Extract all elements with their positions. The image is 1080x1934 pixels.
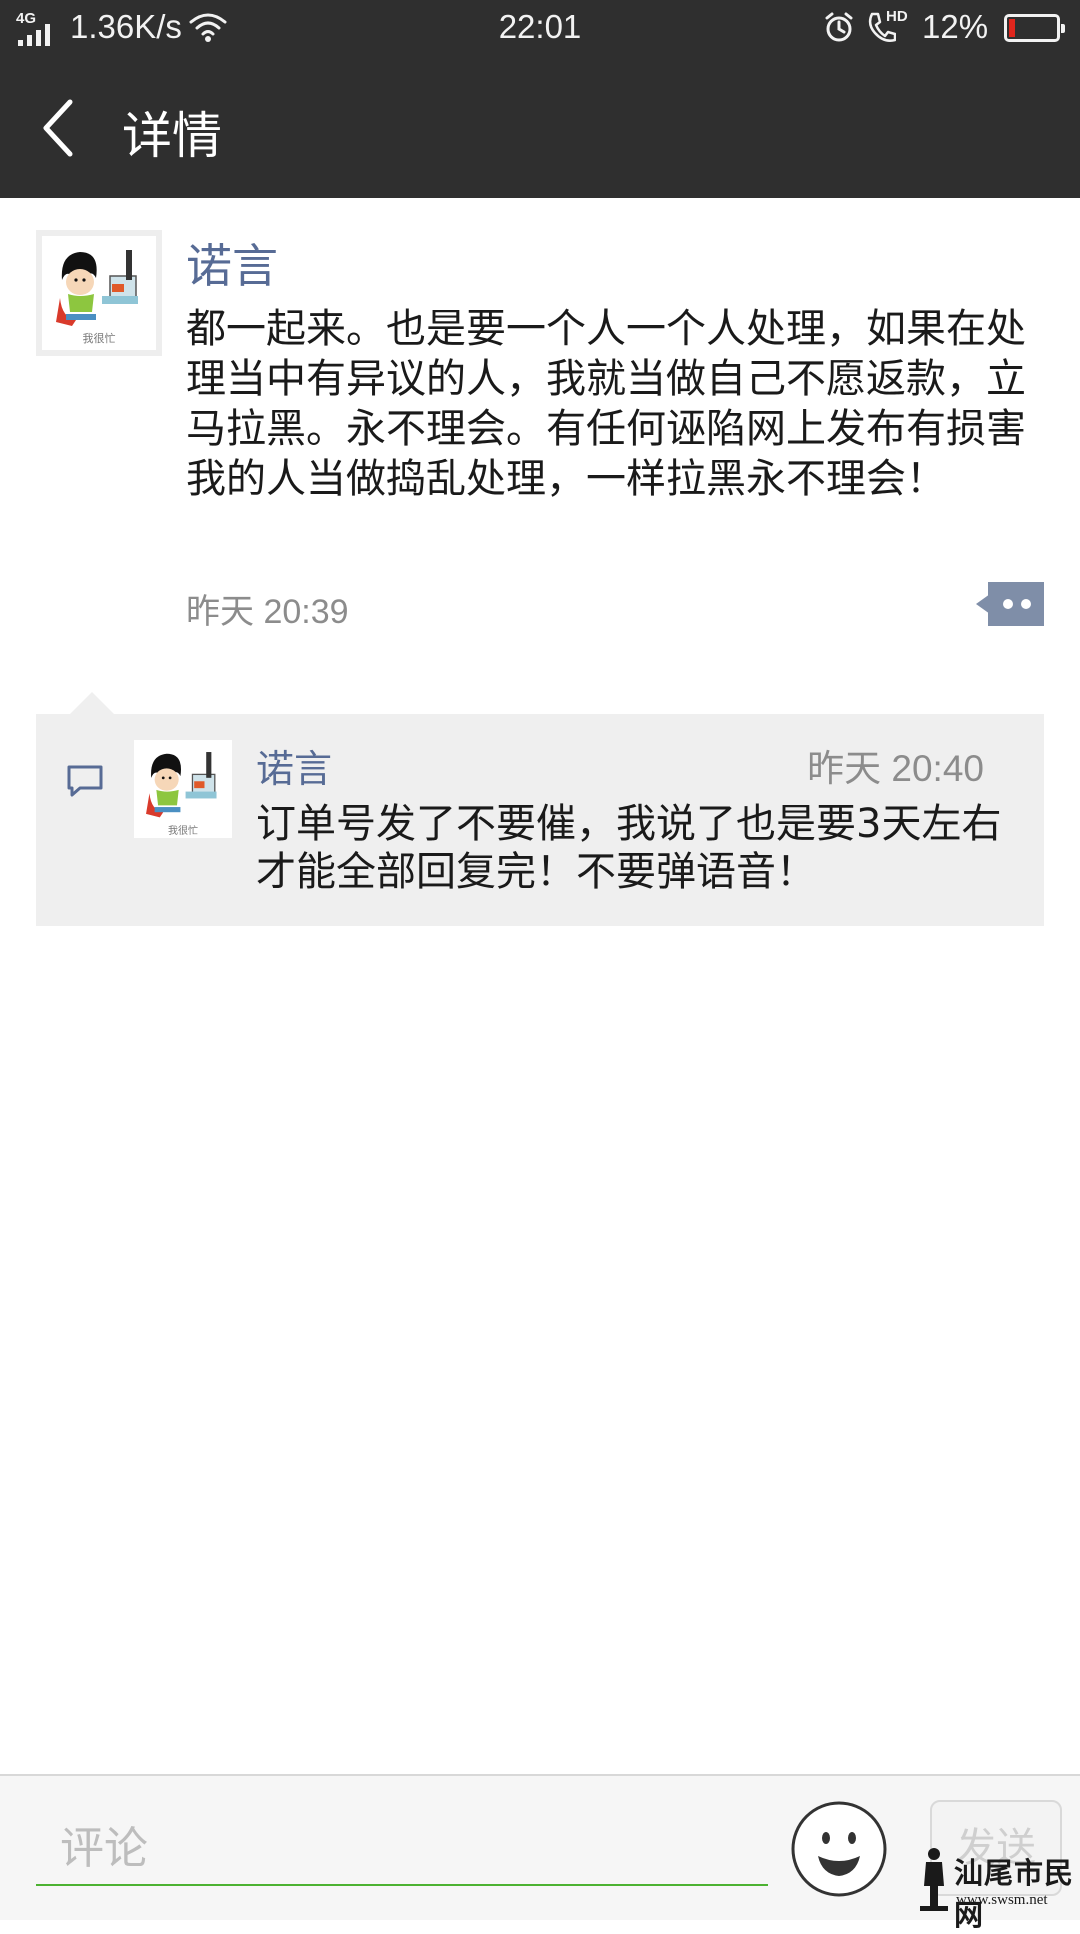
avatar-caption: 我很忙 (82, 332, 116, 345)
comment-author-name[interactable]: 诺言 (256, 738, 332, 793)
person-silhouette-icon (920, 1848, 948, 1911)
alarm-clock-icon (825, 12, 853, 42)
page-title: 详情 (122, 107, 222, 165)
watermark-url: www.swsm.net (956, 1892, 1048, 1908)
comment-input[interactable] (36, 1812, 768, 1886)
post-author-name[interactable]: 诺言 (186, 230, 278, 296)
avatar-caption: 我很忙 (168, 826, 198, 837)
site-watermark: 汕尾市民网 www.swsm.net (916, 1846, 1076, 1932)
comment-area-pointer (70, 692, 114, 714)
post-timestamp: 昨天 20:39 (186, 593, 349, 631)
more-dots-icon[interactable] (976, 582, 1044, 626)
comment-text: 订单号发了不要催，我说了也是要3天左右才能全部回复完！不要弹语音！ (256, 801, 1002, 895)
comment-avatar[interactable]: 我很忙 (134, 740, 232, 838)
smiley-icon[interactable] (790, 1800, 888, 1898)
hd-badge: HD (886, 8, 908, 25)
clock: 22:01 (498, 8, 582, 45)
back-chevron-icon[interactable] (30, 92, 90, 164)
battery-level (1009, 19, 1015, 37)
battery-icon (1004, 14, 1065, 42)
comment-bubble-icon (67, 765, 103, 797)
battery-percent: 12% (922, 8, 989, 45)
post-text: 都一起来。也是要一个人一个人处理，如果在处理当中有异议的人，我就当做自己不愿返款… (186, 306, 1026, 502)
title-bar: 详情 (0, 58, 1080, 198)
comment-timestamp: 昨天 20:40 (807, 748, 984, 789)
post-avatar[interactable]: 我很忙 (36, 230, 162, 356)
status-bar: 4G 1.36K/s 22:01 HD 12% (0, 0, 1080, 58)
